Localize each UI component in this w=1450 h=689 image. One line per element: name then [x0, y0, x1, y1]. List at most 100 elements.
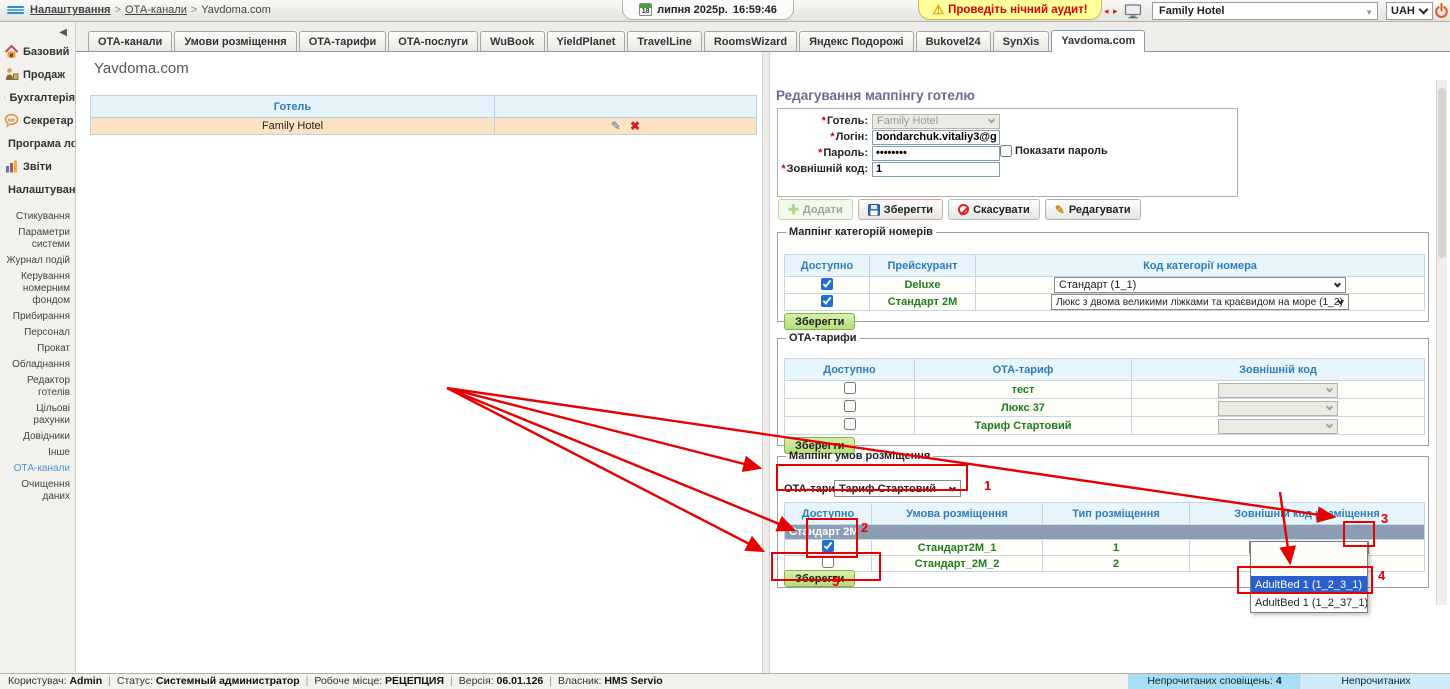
floppy-icon: [868, 204, 880, 216]
sidebar-subitem-журнал-подій[interactable]: Журнал подій: [0, 253, 75, 269]
tab-yavdoma.com[interactable]: Yavdoma.com: [1051, 30, 1145, 52]
save-button[interactable]: Зберегти: [858, 199, 943, 220]
tab-yieldplanet[interactable]: YieldPlanet: [547, 31, 626, 51]
save-placement-mapping-button[interactable]: Зберегти: [784, 570, 855, 587]
sidebar-item-label: Бухгалтерія: [9, 92, 75, 104]
nav-arrows-icon[interactable]: ◂ ▸: [1104, 6, 1119, 17]
available-checkbox[interactable]: [844, 400, 856, 412]
available-checkbox[interactable]: [822, 556, 834, 568]
breadcrumb-ota-channels[interactable]: ОТА-канали: [125, 4, 187, 16]
dropdown-option-blank[interactable]: [1251, 542, 1367, 576]
breadcrumb-separator: >: [191, 4, 197, 16]
sidebar-item-reports[interactable]: Звіти: [0, 155, 75, 178]
secretary-icon: oo: [4, 113, 19, 128]
breadcrumb-settings[interactable]: Налаштування: [30, 4, 111, 16]
placement-type: 2: [1043, 556, 1190, 572]
table-row: Люкс 37: [785, 399, 1425, 417]
sidebar-collapse-arrow-icon[interactable]: ◀: [0, 22, 75, 40]
available-checkbox[interactable]: [821, 278, 833, 290]
section-legend: Маппінг категорій номерів: [786, 226, 936, 238]
panel-splitter[interactable]: [762, 52, 770, 673]
ota-tariff-filter-select[interactable]: Тариф Стартовий: [834, 480, 961, 497]
workstation-icon[interactable]: [1124, 4, 1142, 22]
chevron-down-icon: [988, 116, 995, 123]
available-checkbox[interactable]: [844, 382, 856, 394]
room-code-select[interactable]: Люкс з двома великими ліжками та краєвид…: [1051, 294, 1349, 310]
column-header: Доступно: [785, 359, 915, 381]
edit-button[interactable]: ✎Редагувати: [1045, 199, 1141, 220]
notifications-badge[interactable]: Непрочитаних сповіщень:4: [1128, 674, 1301, 689]
sidebar-subitem-довідники[interactable]: Довідники: [0, 429, 75, 445]
available-checkbox[interactable]: [822, 540, 834, 552]
tab-wubook[interactable]: WuBook: [480, 31, 544, 51]
sidebar-subitem-редактор-готелів[interactable]: Редактор готелів: [0, 373, 75, 401]
table-row: Тариф Стартовий: [785, 417, 1425, 435]
sidebar-item-basic[interactable]: Базовий: [0, 40, 75, 63]
login-input[interactable]: [872, 130, 1000, 145]
currency-select-value: UAH: [1391, 5, 1415, 17]
sidebar-subitem-стикування[interactable]: Стикування: [0, 209, 75, 225]
password-input[interactable]: [872, 146, 1000, 161]
dropdown-arrow-icon: ▼: [1365, 8, 1373, 17]
sidebar-item-accounting[interactable]: Бухгалтерія: [0, 86, 75, 109]
room-code-select[interactable]: Стандарт (1_1): [1054, 277, 1346, 293]
dropdown-option[interactable]: AdultBed 1 (1_2_37_1): [1251, 594, 1367, 612]
available-checkbox[interactable]: [844, 418, 856, 430]
hotel-field-label: Готель:: [827, 115, 868, 127]
tab-bukovel24[interactable]: Bukovel24: [916, 31, 991, 51]
chevron-down-icon: [1418, 4, 1428, 14]
sidebar-item-secretary[interactable]: oo Секретар: [0, 109, 75, 132]
save-category-mapping-button[interactable]: Зберегти: [784, 313, 855, 330]
price-list-name: Стандарт 2М: [870, 294, 976, 311]
date-text: липня 2025р.: [657, 4, 728, 16]
tab-яндекс-подорожі[interactable]: Яндекс Подорожі: [799, 31, 914, 51]
power-button[interactable]: [1434, 3, 1449, 22]
delete-icon[interactable]: ✖: [630, 119, 640, 133]
tab-synxis[interactable]: SynXis: [993, 31, 1050, 51]
scrollbar-thumb[interactable]: [1438, 88, 1446, 258]
add-button[interactable]: ✚Додати: [778, 199, 853, 220]
column-header: Зовнішній код розміщення: [1190, 503, 1425, 525]
reports-icon: [4, 159, 19, 174]
sidebar-subitem-ота-канали[interactable]: ОТА-канали: [0, 461, 75, 477]
column-header: Умова розміщення: [872, 503, 1043, 525]
table-row: Deluxe Стандарт (1_1): [785, 277, 1425, 294]
breadcrumb: Налаштування>ОТА-канали>Yavdoma.com: [30, 4, 271, 16]
sidebar-subitem-цільові-рахунки[interactable]: Цільові рахунки: [0, 401, 75, 429]
currency-select[interactable]: UAH: [1386, 2, 1433, 20]
chevron-down-icon: [1334, 280, 1341, 287]
audit-warning[interactable]: ⚠ Проведіть нічний аудит!: [918, 0, 1102, 20]
sidebar-subitem-прокат[interactable]: Прокат: [0, 341, 75, 357]
sale-icon: [4, 67, 19, 82]
sidebar-subitem-персонал[interactable]: Персонал: [0, 325, 75, 341]
scrollbar[interactable]: [1436, 80, 1447, 605]
tab-ота-послуги[interactable]: ОТА-послуги: [388, 31, 478, 51]
tab-умови-розміщення[interactable]: Умови розміщення: [174, 31, 296, 51]
sidebar-subitem-прибирання[interactable]: Прибирання: [0, 309, 75, 325]
hotel-select[interactable]: Family Hotel ▼: [1152, 2, 1378, 20]
tab-ота-канали[interactable]: ОТА-канали: [88, 31, 172, 51]
dropdown-option-selected[interactable]: AdultBed 1 (1_2_3_1): [1251, 576, 1367, 594]
sidebar-subitem-обладнання[interactable]: Обладнання: [0, 357, 75, 373]
menu-icon[interactable]: [7, 5, 24, 15]
cancel-button[interactable]: Скасувати: [948, 199, 1040, 220]
external-code-input[interactable]: [872, 162, 1000, 177]
time-text: 16:59:46: [733, 4, 777, 16]
edit-icon[interactable]: ✎: [611, 119, 621, 133]
sidebar-subitem-керування-номерним-фондом[interactable]: Керування номерним фондом: [0, 269, 75, 309]
page-title: Yavdoma.com: [94, 60, 189, 77]
sidebar-item-sales[interactable]: Продаж: [0, 63, 75, 86]
messages-badge[interactable]: Непрочитаних повідомлень:11: [1302, 674, 1450, 689]
tab-travelline[interactable]: TravelLine: [627, 31, 701, 51]
tab-roomswizard[interactable]: RoomsWizard: [704, 31, 797, 51]
tab-ота-тарифи[interactable]: ОТА-тарифи: [299, 31, 387, 51]
show-password-checkbox[interactable]: [1000, 145, 1012, 157]
sidebar-item-label: Програма ло: [8, 138, 75, 150]
available-checkbox[interactable]: [821, 295, 833, 307]
sidebar-subitem-очищення-даних[interactable]: Очищення даних: [0, 477, 75, 505]
tariff-name: Люкс 37: [915, 399, 1132, 417]
sidebar-item-settings[interactable]: Налаштуван: [0, 178, 75, 201]
sidebar-item-loyalty[interactable]: Програма ло: [0, 132, 75, 155]
sidebar-subitem-параметри-системи[interactable]: Параметри системи: [0, 225, 75, 253]
sidebar-subitem-інше[interactable]: Інше: [0, 445, 75, 461]
